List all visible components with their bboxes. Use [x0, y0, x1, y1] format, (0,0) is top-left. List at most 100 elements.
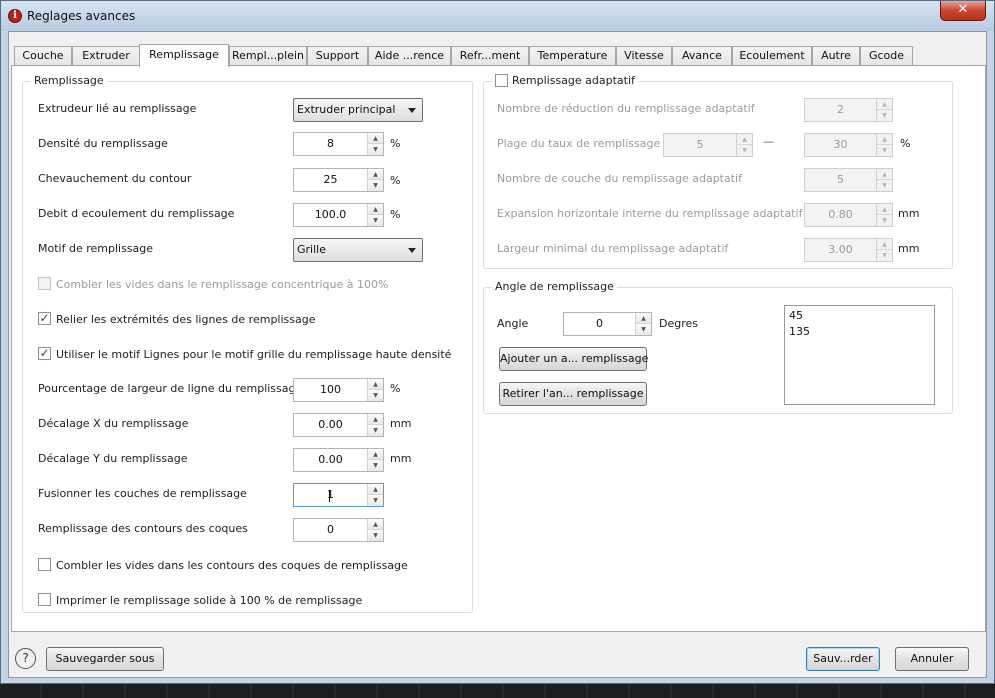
- spin-up-icon[interactable]: ▲: [877, 169, 892, 180]
- pattern-label: Motif de remplissage: [38, 242, 154, 255]
- min-width-spinbox[interactable]: 3.00 ▲ ▼: [804, 238, 893, 262]
- spin-down-icon[interactable]: ▼: [368, 215, 383, 226]
- save-as-button[interactable]: Sauvegarder sous: [46, 647, 164, 671]
- spin-up-icon[interactable]: ▲: [368, 379, 383, 390]
- remplissage-group-title: Remplissage: [31, 74, 107, 87]
- overlap-spinbox[interactable]: 25 ▲ ▼: [293, 168, 384, 192]
- angle-spinbox[interactable]: 0 ▲ ▼: [563, 312, 652, 336]
- spin-up-icon[interactable]: ▲: [368, 169, 383, 180]
- spin-up-icon[interactable]: ▲: [368, 484, 383, 495]
- spin-down-icon[interactable]: ▼: [368, 460, 383, 471]
- shell-gaps-checkbox[interactable]: [38, 558, 51, 571]
- spin-down-icon[interactable]: ▼: [877, 250, 892, 261]
- tab-rempl-plein[interactable]: Rempl...plein: [229, 46, 307, 66]
- tab-gcode[interactable]: Gcode: [860, 46, 913, 66]
- tab-remplissage[interactable]: Remplissage: [139, 44, 229, 67]
- spin-down-icon[interactable]: ▼: [368, 425, 383, 436]
- extruder-select[interactable]: Extruder principal: [293, 98, 423, 122]
- add-angle-button[interactable]: Ajouter un a... remplissage: [499, 347, 648, 371]
- angle-unit: Degres: [659, 317, 698, 330]
- adaptatif-checkbox[interactable]: [495, 74, 508, 87]
- connect-lines-checkbox[interactable]: ✓: [38, 312, 51, 325]
- use-lines-checkbox[interactable]: ✓: [38, 347, 51, 360]
- spin-up-icon[interactable]: ▲: [877, 239, 892, 250]
- spin-down-icon[interactable]: ▼: [877, 215, 892, 226]
- layers-value: 5: [837, 173, 844, 186]
- extruder-label: Extrudeur lié au remplissage: [38, 102, 197, 115]
- spin-down-icon[interactable]: ▼: [368, 530, 383, 541]
- spin-up-icon[interactable]: ▲: [877, 134, 892, 145]
- range-min-spinbox[interactable]: 5 ▲ ▼: [663, 133, 753, 157]
- tab-extruder[interactable]: Extruder: [72, 46, 140, 66]
- range-max-spinbox[interactable]: 30 ▲ ▼: [804, 133, 893, 157]
- shell-fill-spinbox[interactable]: 0 ▲ ▼: [293, 518, 384, 542]
- tab-refroidissement[interactable]: Refr...ment: [451, 46, 529, 66]
- spin-up-icon[interactable]: ▲: [877, 99, 892, 110]
- close-button[interactable]: ✕: [940, 1, 986, 21]
- spin-down-icon[interactable]: ▼: [368, 390, 383, 401]
- density-value: 8: [327, 137, 334, 150]
- spin-down-icon[interactable]: ▼: [368, 495, 383, 506]
- line-width-spinbox[interactable]: 100 ▲ ▼: [293, 378, 384, 402]
- spin-up-icon[interactable]: ▲: [368, 449, 383, 460]
- window-title: Reglages avances: [27, 9, 136, 23]
- spin-down-icon[interactable]: ▼: [368, 144, 383, 155]
- reduction-spinbox[interactable]: 2 ▲ ▼: [804, 98, 893, 122]
- angle-group-title: Angle de remplissage: [492, 280, 617, 293]
- merge-layers-value: 1: [327, 488, 334, 501]
- tab-vitesse[interactable]: Vitesse: [616, 46, 672, 66]
- spin-down-icon[interactable]: ▼: [877, 145, 892, 156]
- spin-down-icon[interactable]: ▼: [877, 110, 892, 121]
- flow-spinbox[interactable]: 100.0 ▲ ▼: [293, 203, 384, 227]
- list-item[interactable]: 45: [789, 309, 803, 322]
- solid-fill-checkbox[interactable]: [38, 593, 51, 606]
- offset-x-label: Décalage X du remplissage: [38, 417, 189, 430]
- tab-support[interactable]: Support: [307, 46, 368, 66]
- chevron-down-icon: [408, 108, 416, 113]
- offset-x-spinbox[interactable]: 0.00 ▲ ▼: [293, 413, 384, 437]
- pattern-select-value: Grille: [297, 243, 326, 256]
- pattern-select[interactable]: Grille: [293, 238, 423, 262]
- dialog-window: i Reglages avances ✕ Couche Extruder Rem…: [0, 0, 995, 684]
- spin-up-icon[interactable]: ▲: [368, 414, 383, 425]
- remove-angle-button[interactable]: Retirer l'an... remplissage: [499, 382, 647, 406]
- angle-list[interactable]: 45 135: [784, 305, 935, 405]
- spin-up-icon[interactable]: ▲: [636, 313, 651, 324]
- help-icon[interactable]: ?: [15, 648, 36, 669]
- density-spinbox[interactable]: 8 ▲ ▼: [293, 132, 384, 156]
- flow-label: Debit d ecoulement du remplissage: [38, 207, 235, 220]
- save-button[interactable]: Sauv...rder: [806, 647, 880, 671]
- tab-aide-adherence[interactable]: Aide ...rence: [368, 46, 451, 66]
- layers-spinbox[interactable]: 5 ▲ ▼: [804, 168, 893, 192]
- spin-down-icon[interactable]: ▼: [368, 180, 383, 191]
- tab-couche[interactable]: Couche: [14, 46, 72, 66]
- checkmark-icon: ✓: [39, 346, 50, 360]
- adaptatif-group: Remplissage adaptatif Nombre de réductio…: [483, 74, 953, 269]
- tab-temperature[interactable]: Temperature: [529, 46, 616, 66]
- spin-down-icon[interactable]: ▼: [636, 324, 651, 335]
- tab-autre[interactable]: Autre: [812, 46, 860, 66]
- spin-up-icon[interactable]: ▲: [368, 133, 383, 144]
- overlap-value: 25: [323, 173, 338, 186]
- merge-layers-spinbox[interactable]: 1 ▲ ▼: [293, 483, 384, 507]
- spin-up-icon[interactable]: ▲: [877, 204, 892, 215]
- cancel-button[interactable]: Annuler: [895, 647, 969, 671]
- expansion-spinbox[interactable]: 0.80 ▲ ▼: [804, 203, 893, 227]
- list-item[interactable]: 135: [789, 325, 810, 338]
- concentric-fill-checkbox[interactable]: [38, 277, 51, 290]
- offset-y-spinbox[interactable]: 0.00 ▲ ▼: [293, 448, 384, 472]
- spin-down-icon[interactable]: ▼: [877, 180, 892, 191]
- chevron-down-icon: [408, 248, 416, 253]
- tab-ecoulement[interactable]: Ecoulement: [732, 46, 812, 66]
- expansion-unit: mm: [898, 207, 920, 220]
- spin-up-icon[interactable]: ▲: [368, 519, 383, 530]
- title-bar[interactable]: i Reglages avances ✕: [1, 1, 994, 31]
- layers-label: Nombre de couche du remplissage adaptati…: [497, 172, 742, 185]
- spin-up-icon[interactable]: ▲: [368, 204, 383, 215]
- spin-up-icon[interactable]: ▲: [737, 134, 752, 145]
- offset-x-value: 0.00: [318, 418, 343, 431]
- dialog-client-area: Couche Extruder Remplissage Rempl...plei…: [8, 31, 987, 678]
- spin-down-icon[interactable]: ▼: [737, 145, 752, 156]
- density-unit: %: [390, 137, 401, 150]
- tab-avance[interactable]: Avance: [672, 46, 732, 66]
